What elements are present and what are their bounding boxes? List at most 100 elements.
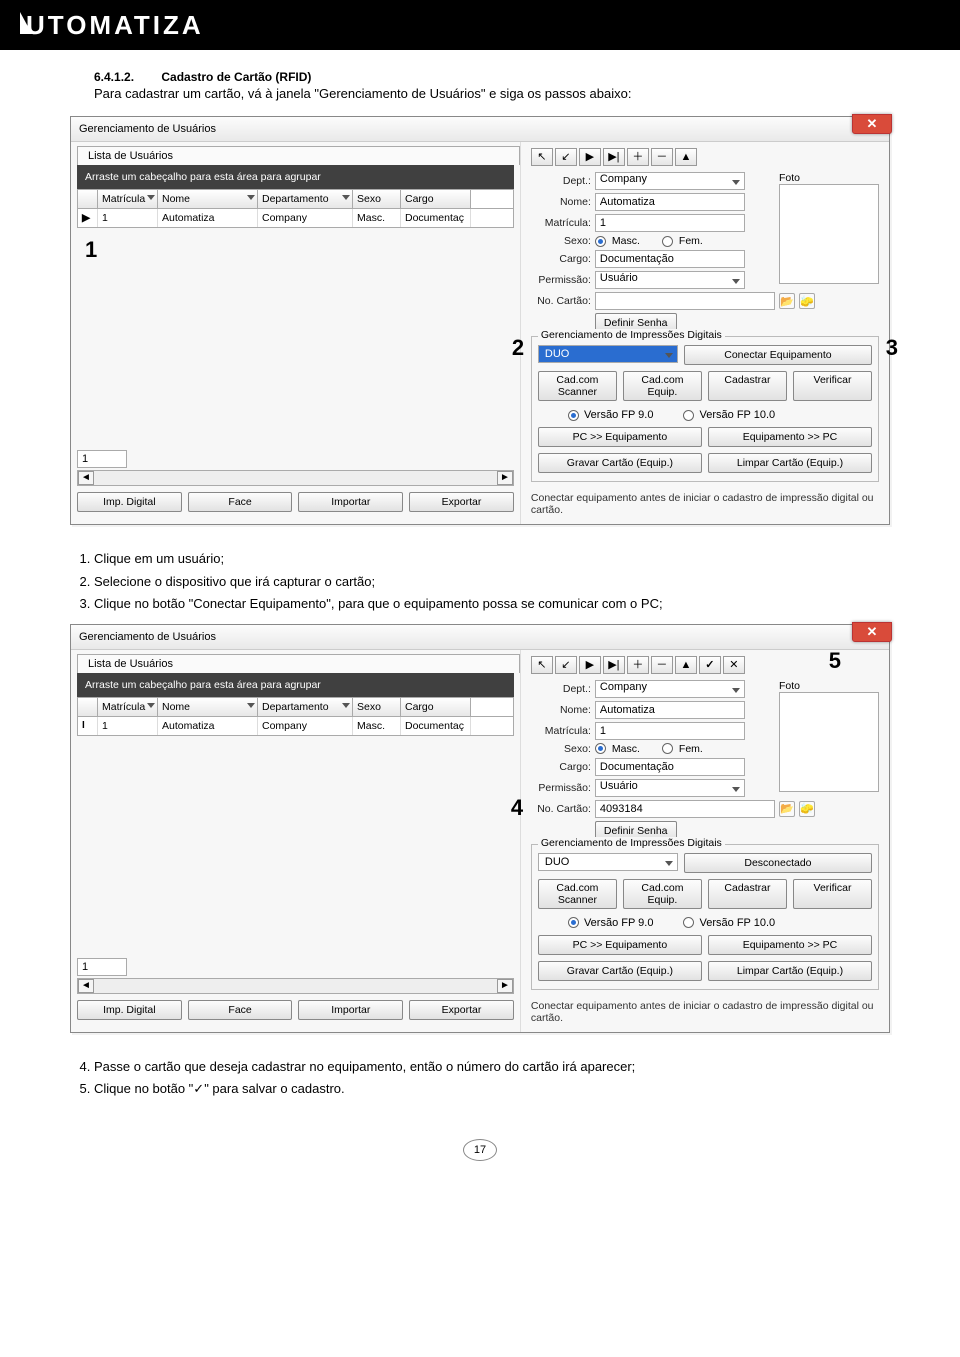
col-matricula[interactable]: Matrícula xyxy=(98,698,158,716)
chevron-down-icon[interactable] xyxy=(342,703,350,708)
erase-icon[interactable]: 🧽 xyxy=(799,293,815,309)
eq-pc-button[interactable]: Equipamento >> PC xyxy=(708,427,872,447)
imp-digital-button[interactable]: Imp. Digital xyxy=(77,1000,182,1020)
chevron-down-icon[interactable] xyxy=(247,703,255,708)
conectar-equip-button[interactable]: Conectar Equipamento xyxy=(684,345,872,365)
tab-user-list[interactable]: Lista de Usuários xyxy=(77,654,520,673)
nav-next[interactable]: ▶ xyxy=(579,656,601,674)
exportar-button[interactable]: Exportar xyxy=(409,492,514,512)
scroll-left-icon[interactable]: ◄ xyxy=(78,471,94,485)
cad-equip-button[interactable]: Cad.com Equip. xyxy=(623,879,702,909)
radio-fp9[interactable] xyxy=(568,917,579,928)
close-icon[interactable]: ✕ xyxy=(852,622,892,642)
fp-device-select[interactable]: DUO xyxy=(538,853,678,871)
verificar-button[interactable]: Verificar xyxy=(793,371,872,401)
gravar-cartao-button[interactable]: Gravar Cartão (Equip.) xyxy=(538,961,702,981)
permissao-select[interactable]: Usuário xyxy=(595,271,745,289)
nav-save[interactable]: ✓ xyxy=(699,656,721,674)
permissao-select[interactable]: Usuário xyxy=(595,779,745,797)
horizontal-scrollbar[interactable]: ◄ ► xyxy=(77,978,514,994)
chevron-down-icon[interactable] xyxy=(247,195,255,200)
nav-edit[interactable]: ▲ xyxy=(675,148,697,166)
nav-add[interactable]: ＋ xyxy=(627,656,649,674)
col-dept[interactable]: Departamento xyxy=(258,698,353,716)
open-icon[interactable]: 📂 xyxy=(779,293,795,309)
radio-fp9[interactable] xyxy=(568,410,579,421)
nav-del[interactable]: － xyxy=(651,656,673,674)
radio-fem[interactable] xyxy=(662,236,673,247)
nav-first[interactable]: ↖ xyxy=(531,148,553,166)
nav-del[interactable]: － xyxy=(651,148,673,166)
radio-masc[interactable] xyxy=(595,236,606,247)
col-sexo[interactable]: Sexo xyxy=(353,698,401,716)
chevron-down-icon[interactable] xyxy=(342,195,350,200)
erase-icon[interactable]: 🧽 xyxy=(799,801,815,817)
tab-user-list[interactable]: Lista de Usuários xyxy=(77,146,520,165)
importar-button[interactable]: Importar xyxy=(298,492,403,512)
nav-edit[interactable]: ▲ xyxy=(675,656,697,674)
radio-fp10[interactable] xyxy=(683,917,694,928)
horizontal-scrollbar[interactable]: ◄ ► xyxy=(77,470,514,486)
dept-select[interactable]: Company xyxy=(595,172,745,190)
exportar-button[interactable]: Exportar xyxy=(409,1000,514,1020)
no-cartao-field[interactable] xyxy=(595,292,775,310)
limpar-cartao-button[interactable]: Limpar Cartão (Equip.) xyxy=(708,453,872,473)
cargo-field[interactable] xyxy=(595,758,745,776)
limpar-cartao-button[interactable]: Limpar Cartão (Equip.) xyxy=(708,961,872,981)
nav-last[interactable]: ▶| xyxy=(603,148,625,166)
fp-device-select[interactable]: DUO xyxy=(538,345,678,363)
face-button[interactable]: Face xyxy=(188,492,293,512)
chevron-down-icon[interactable] xyxy=(147,703,155,708)
nav-next[interactable]: ▶ xyxy=(579,148,601,166)
pc-eq-button[interactable]: PC >> Equipamento xyxy=(538,427,702,447)
chevron-down-icon[interactable] xyxy=(147,195,155,200)
cad-equip-button[interactable]: Cad.com Equip. xyxy=(623,371,702,401)
eq-pc-button[interactable]: Equipamento >> PC xyxy=(708,935,872,955)
radio-fp10[interactable] xyxy=(683,410,694,421)
cadastrar-button[interactable]: Cadastrar xyxy=(708,879,787,909)
importar-button[interactable]: Importar xyxy=(298,1000,403,1020)
pc-eq-button[interactable]: PC >> Equipamento xyxy=(538,935,702,955)
scroll-right-icon[interactable]: ► xyxy=(497,979,513,993)
col-cargo[interactable]: Cargo xyxy=(401,698,471,716)
open-icon[interactable]: 📂 xyxy=(779,801,795,817)
scroll-left-icon[interactable]: ◄ xyxy=(78,979,94,993)
nav-prev[interactable]: ↙ xyxy=(555,148,577,166)
col-matricula[interactable]: Matrícula xyxy=(98,190,158,208)
nav-prev[interactable]: ↙ xyxy=(555,656,577,674)
col-nome[interactable]: Nome xyxy=(158,698,258,716)
nome-field[interactable] xyxy=(595,193,745,211)
nav-last[interactable]: ▶| xyxy=(603,656,625,674)
col-nome[interactable]: Nome xyxy=(158,190,258,208)
close-icon[interactable]: ✕ xyxy=(852,114,892,134)
nav-add[interactable]: ＋ xyxy=(627,148,649,166)
col-cargo[interactable]: Cargo xyxy=(401,190,471,208)
cadastrar-button[interactable]: Cadastrar xyxy=(708,371,787,401)
verificar-button[interactable]: Verificar xyxy=(793,879,872,909)
desconectado-button[interactable]: Desconectado xyxy=(684,853,872,873)
cad-scanner-button[interactable]: Cad.com Scanner xyxy=(538,371,617,401)
no-cartao-field[interactable] xyxy=(595,800,775,818)
nav-first[interactable]: ↖ xyxy=(531,656,553,674)
page-input[interactable] xyxy=(77,958,127,976)
scroll-right-icon[interactable]: ► xyxy=(497,471,513,485)
imp-digital-button[interactable]: Imp. Digital xyxy=(77,492,182,512)
foto-box[interactable] xyxy=(779,692,879,792)
nome-field[interactable] xyxy=(595,701,745,719)
dept-select[interactable]: Company xyxy=(595,680,745,698)
cargo-field[interactable] xyxy=(595,250,745,268)
table-row[interactable]: I 1 Automatiza Company Masc. Documentaç xyxy=(77,717,514,736)
page-input[interactable] xyxy=(77,450,127,468)
matricula-field[interactable] xyxy=(595,214,745,232)
radio-fem[interactable] xyxy=(662,743,673,754)
matricula-field[interactable] xyxy=(595,722,745,740)
nav-cancel[interactable]: ✕ xyxy=(723,656,745,674)
cad-scanner-button[interactable]: Cad.com Scanner xyxy=(538,879,617,909)
face-button[interactable]: Face xyxy=(188,1000,293,1020)
table-row[interactable]: ▶ 1 Automatiza Company Masc. Documentaç xyxy=(77,209,514,228)
gravar-cartao-button[interactable]: Gravar Cartão (Equip.) xyxy=(538,453,702,473)
radio-masc[interactable] xyxy=(595,743,606,754)
foto-box[interactable] xyxy=(779,184,879,284)
col-sexo[interactable]: Sexo xyxy=(353,190,401,208)
col-dept[interactable]: Departamento xyxy=(258,190,353,208)
